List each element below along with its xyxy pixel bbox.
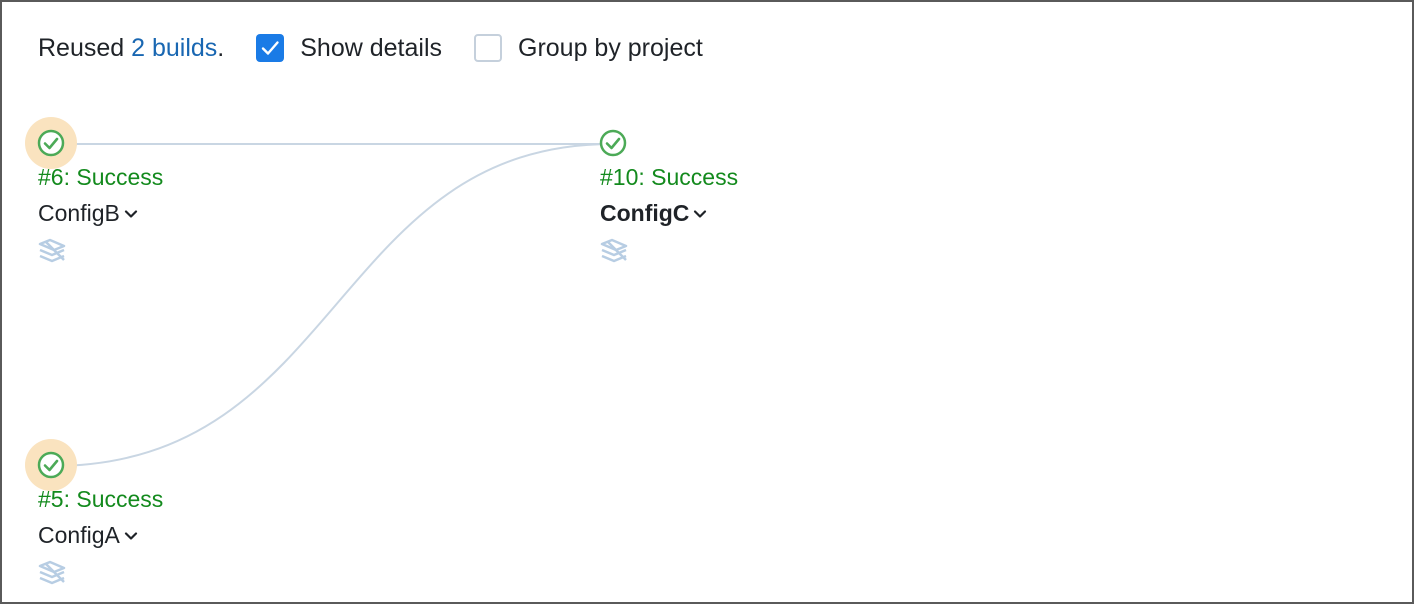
build-status-link[interactable]: #5: Success xyxy=(38,486,163,513)
chevron-down-icon xyxy=(694,209,707,218)
group-by-project-checkbox[interactable] xyxy=(474,34,502,62)
success-check-icon xyxy=(599,129,627,157)
status-marker[interactable] xyxy=(25,117,77,169)
chevron-down-icon xyxy=(124,209,137,218)
group-by-project-option[interactable]: Group by project xyxy=(474,34,703,63)
success-check-icon xyxy=(37,129,65,157)
config-dropdown[interactable]: ConfigB xyxy=(38,200,138,227)
reused-suffix: . xyxy=(217,33,225,62)
edge-b5-b10 xyxy=(51,143,613,467)
config-name: ConfigB xyxy=(38,200,120,226)
config-name: ConfigC xyxy=(600,200,690,226)
config-dropdown[interactable]: ConfigA xyxy=(38,522,138,549)
toolbar: Reused 2 builds. Show details Group by p… xyxy=(38,30,703,66)
show-details-checkbox[interactable] xyxy=(256,34,285,62)
show-details-option[interactable]: Show details xyxy=(256,34,442,63)
status-marker[interactable] xyxy=(25,439,77,491)
agent-stack-icon[interactable] xyxy=(600,238,630,266)
status-marker[interactable] xyxy=(587,117,639,169)
build-status-link[interactable]: #6: Success xyxy=(38,164,163,191)
reused-prefix: Reused xyxy=(38,33,125,62)
build-status-link[interactable]: #10: Success xyxy=(600,164,738,191)
group-by-project-label: Group by project xyxy=(518,33,703,62)
chevron-down-icon xyxy=(124,531,137,540)
success-check-icon xyxy=(37,451,65,479)
config-dropdown[interactable]: ConfigC xyxy=(600,200,707,227)
agent-stack-icon[interactable] xyxy=(38,238,68,266)
config-name: ConfigA xyxy=(38,522,120,548)
build-chain-panel: Reused 2 builds. Show details Group by p… xyxy=(0,0,1414,604)
dependency-graph xyxy=(51,143,613,467)
show-details-label: Show details xyxy=(300,33,442,62)
agent-stack-icon[interactable] xyxy=(38,560,68,588)
reused-builds-link[interactable]: 2 builds xyxy=(131,34,217,63)
checkmark-icon xyxy=(262,41,279,55)
